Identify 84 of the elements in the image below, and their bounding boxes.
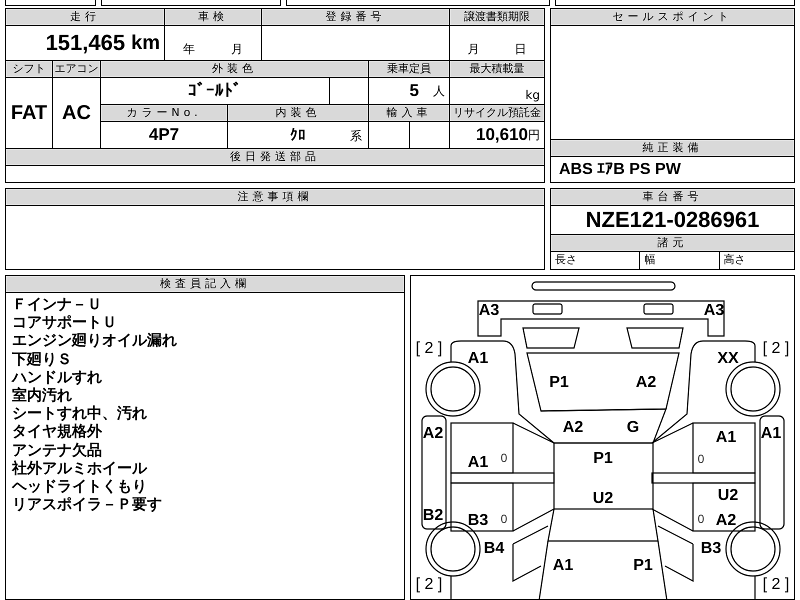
header-label: 走行	[6, 9, 165, 26]
damage-code: A2	[422, 425, 444, 443]
damage-code: 0	[698, 512, 704, 526]
damage-code: A2	[636, 374, 656, 392]
inspector-note: エンジン廻りオイル漏れ	[12, 331, 177, 350]
inspector-note: 室内汚れ	[12, 386, 72, 404]
inspector-note: コアサポートＵ	[12, 313, 117, 332]
damage-code: A1	[468, 454, 488, 472]
header-label: 最大積載量	[450, 61, 545, 78]
unit-label: km	[131, 32, 160, 54]
header-label: セールスポイント	[551, 9, 794, 26]
header-label: 純正装備	[551, 139, 794, 157]
unit-label: 年	[183, 41, 195, 58]
inspector-note: Ｆインナ－Ｕ	[12, 295, 102, 314]
header-label: シフト	[6, 61, 53, 78]
unit-label: 日	[514, 41, 526, 58]
header-label: 後日発送部品	[6, 149, 544, 166]
color-number-value: 4P7	[148, 125, 180, 145]
spec-label: 高さ	[724, 252, 746, 267]
damage-code: B3	[468, 512, 488, 530]
unit-label: kg	[525, 88, 540, 102]
damage-code: U2	[592, 490, 614, 508]
equipment-value: ABS ｴｱB PS PW	[559, 160, 681, 179]
damage-code: A1	[716, 429, 736, 447]
capacity-value: 5	[410, 81, 419, 101]
shift-value: FAT	[10, 102, 48, 124]
tire-tread-mark: [ 2 ]	[416, 576, 442, 594]
inspector-note: リアスポイラ－Ｐ要す	[12, 495, 162, 514]
inspector-note: ヘッドライトくもり	[12, 477, 147, 496]
header-label: 外装色	[101, 61, 369, 78]
header-label: 乗車定員	[369, 61, 450, 78]
spec-label: 長さ	[555, 252, 577, 267]
inspector-note: 社外アルミホイール	[12, 458, 147, 478]
damage-code: G	[626, 419, 640, 437]
unit-label: 円	[528, 126, 540, 144]
unit-label: 人	[433, 82, 445, 100]
header-label: 譲渡書類期限	[450, 9, 545, 26]
damage-code: 0	[698, 452, 704, 466]
interior-color-value: ｸﾛ	[290, 126, 306, 144]
aircon-value: AC	[62, 102, 91, 124]
unit-label: 月	[468, 41, 480, 58]
recycle-fee-value: 10,610	[476, 125, 528, 145]
damage-code: A3	[478, 302, 500, 320]
damage-code: A2	[562, 419, 584, 437]
inspector-note: ハンドルすれ	[12, 368, 102, 386]
chassis-number-value: NZE121-0286961	[586, 207, 760, 233]
damage-code: P1	[593, 450, 613, 468]
damage-code: A2	[716, 512, 736, 530]
mileage-value: 151,465	[46, 30, 126, 56]
header-label: 登録番号	[262, 9, 450, 26]
unit-label: 月	[231, 41, 243, 58]
damage-code: U2	[718, 487, 738, 505]
damage-code: B4	[484, 540, 504, 558]
inspector-note: アンテナ欠品	[12, 440, 102, 459]
damage-code: P1	[549, 374, 569, 392]
damage-code: P1	[633, 557, 653, 575]
header-label: 車検	[165, 9, 262, 26]
header-label: リサイクル預託金	[450, 105, 545, 122]
header-label: カラーNo.	[101, 105, 228, 122]
damage-code: A1	[760, 425, 782, 443]
exterior-color-value: ｺﾞｰﾙﾄﾞ	[188, 81, 242, 101]
tire-tread-mark: [ 2 ]	[762, 340, 790, 358]
header-label: 検査員記入欄	[6, 276, 404, 293]
damage-code: A1	[552, 557, 574, 575]
header-label: 車台番号	[551, 189, 794, 206]
header-label: 輸入車	[369, 105, 450, 122]
damage-code: 0	[500, 451, 508, 465]
damage-code: A1	[468, 350, 488, 368]
damage-code: B3	[700, 540, 722, 558]
header-label: 内装色	[228, 105, 369, 122]
inspector-note: タイヤ規格外	[12, 422, 102, 441]
damage-code: 0	[500, 512, 508, 526]
spec-label: 幅	[644, 252, 656, 267]
damage-code: A3	[704, 302, 724, 320]
header-label: 注意事項欄	[6, 189, 544, 206]
unit-label: 系	[350, 128, 362, 145]
tire-tread-mark: [ 2 ]	[416, 340, 442, 358]
damage-code: XX	[717, 350, 739, 368]
inspector-note: シートすれ中、汚れ	[12, 404, 147, 422]
header-label: エアコン	[53, 61, 101, 78]
header-label: 諸元	[551, 235, 794, 252]
tire-tread-mark: [ 2 ]	[762, 576, 790, 594]
inspector-note: 下廻りＳ	[12, 350, 72, 368]
damage-code: B2	[422, 507, 444, 525]
